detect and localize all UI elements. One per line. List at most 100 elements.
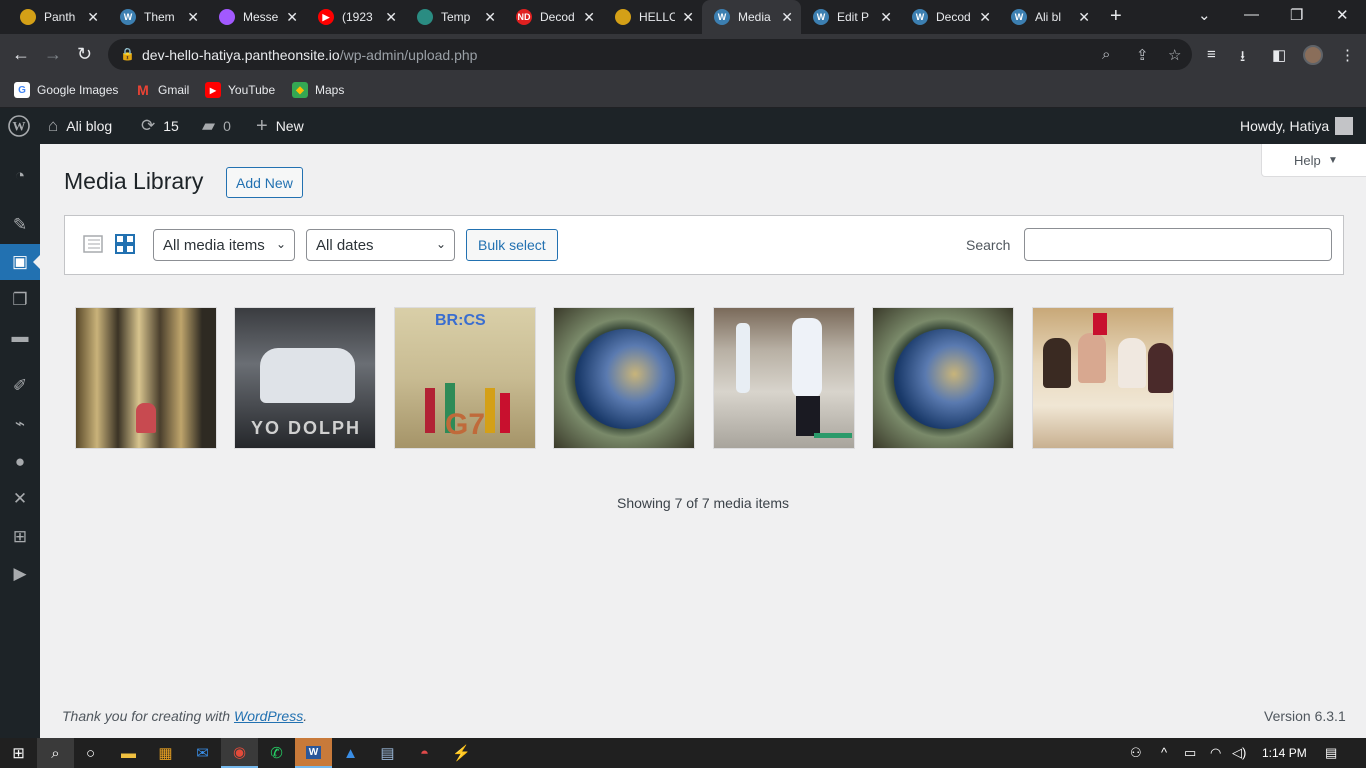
browser-tab[interactable]: Panth ✕ [8,0,107,34]
back-icon[interactable]: ← [12,44,30,65]
search-input[interactable] [1024,228,1332,261]
list-view-icon[interactable] [83,234,103,254]
notepad-icon[interactable]: ▤ [369,738,406,768]
media-item[interactable] [1032,307,1174,449]
bookmark-youtube[interactable]: ▶ YouTube [205,82,275,98]
browser-tab[interactable]: ▶ (1923 ✕ [306,0,405,34]
zoom-icon[interactable]: ⌕ [1102,46,1110,63]
mail-icon[interactable]: ✉ [184,738,221,768]
file-explorer-icon[interactable]: ▬ [110,738,147,768]
photos-icon[interactable]: ▲ [332,738,369,768]
media-type-filter[interactable]: All media items ⌄ [153,229,295,261]
close-tab-icon[interactable]: ✕ [880,9,892,26]
profile-avatar[interactable] [1303,45,1323,65]
browser-tab[interactable]: ND Decod ✕ [504,0,603,34]
tab-search-icon[interactable]: ⌄ [1198,6,1211,24]
comments-icon[interactable]: ▬ [0,319,40,355]
side-panel-icon[interactable]: ◧ [1272,46,1286,64]
close-tab-icon[interactable]: ✕ [781,9,793,26]
new-content-menu[interactable]: + New [256,108,304,144]
download-icon[interactable]: ⭳ [1240,46,1245,71]
paint-icon[interactable]: ◓ [406,738,443,768]
lock-icon[interactable]: 🔒 [120,47,135,61]
bulk-select-button[interactable]: Bulk select [466,229,558,261]
browser-tab[interactable]: HELLO ✕ [603,0,702,34]
updates-menu[interactable]: ⟳ 15 [141,108,179,144]
browser-tab[interactable]: W Ali bl ✕ [999,0,1098,34]
chrome-icon[interactable]: ◉ [221,738,258,768]
media-item[interactable]: YO DOLPH [234,307,376,449]
wordpress-icon: W [813,9,829,25]
browser-tab[interactable]: W Edit P ✕ [801,0,900,34]
minimize-button[interactable]: — [1244,6,1259,23]
wifi-icon[interactable]: ◠ [1210,745,1221,761]
close-tab-icon[interactable]: ✕ [87,9,99,26]
pantheon-icon[interactable]: ⚡ [443,738,480,768]
url-text[interactable]: dev-hello-hatiya.pantheonsite.io/wp-admi… [142,47,477,63]
reload-icon[interactable]: ↻ [77,44,92,65]
help-tab-button[interactable]: Help ▼ [1261,144,1366,177]
reading-list-icon[interactable]: ≡ [1207,46,1216,63]
forward-icon[interactable]: → [44,44,62,65]
bookmark-google-images[interactable]: G Google Images [14,82,118,98]
tab-title: Messe [243,10,279,24]
store-icon[interactable]: ▦ [147,738,184,768]
bookmark-gmail[interactable]: M Gmail [135,82,189,98]
notification-icon[interactable]: ▤ [1325,745,1337,761]
wordpress-link[interactable]: WordPress [234,708,303,724]
clock[interactable]: 1:14 PM [1262,746,1307,760]
new-tab-button[interactable]: + [1110,5,1122,28]
close-tab-icon[interactable]: ✕ [187,9,199,26]
posts-icon[interactable]: ✎ [0,207,40,243]
close-tab-icon[interactable]: ✕ [286,9,298,26]
restore-button[interactable]: ❐ [1290,6,1303,24]
chevron-up-icon[interactable]: ^ [1161,745,1167,760]
plugins-icon[interactable]: ⌁ [0,406,40,442]
close-tab-icon[interactable]: ✕ [484,9,496,26]
battery-icon[interactable]: ▭ [1184,745,1196,761]
comments-menu[interactable]: ▰ 0 [202,108,231,144]
menu-icon[interactable]: ⋮ [1340,46,1355,64]
whatsapp-icon[interactable]: ✆ [258,738,295,768]
media-item[interactable] [872,307,1014,449]
close-tab-icon[interactable]: ✕ [682,9,694,26]
browser-tab[interactable]: W Decod ✕ [900,0,999,34]
search-icon[interactable]: ⌕ [37,738,74,768]
browser-tab[interactable]: Messe ✕ [207,0,306,34]
browser-tab[interactable]: Temp ✕ [405,0,504,34]
tools-icon[interactable]: ✕ [0,481,40,517]
site-name-menu[interactable]: ⌂ Ali blog [48,108,112,144]
dashboard-icon[interactable]: ◔ [0,158,40,194]
browser-tab[interactable]: W Them ✕ [108,0,207,34]
close-tab-icon[interactable]: ✕ [979,9,991,26]
cortana-icon[interactable]: ○ [72,738,109,768]
media-item[interactable]: BR:CS G7 [394,307,536,449]
play-icon[interactable]: ▶ [0,556,40,592]
settings-icon[interactable]: ⊞ [0,519,40,555]
appearance-icon[interactable]: ✐ [0,368,40,404]
close-tab-icon[interactable]: ✕ [1078,9,1090,26]
users-icon[interactable]: ● [0,444,40,480]
close-tab-icon[interactable]: ✕ [385,9,397,26]
browser-tab[interactable]: W Media ✕ [702,0,801,34]
word-icon[interactable]: W [295,738,332,768]
grid-view-icon[interactable] [115,234,135,254]
close-tab-icon[interactable]: ✕ [583,9,595,26]
account-menu[interactable]: Howdy, Hatiya [1240,108,1354,144]
close-window-button[interactable]: ✕ [1336,6,1349,24]
add-new-button[interactable]: Add New [226,167,303,198]
volume-icon[interactable]: ◁) [1232,745,1246,761]
bookmark-star-icon[interactable]: ☆ [1168,46,1181,64]
bookmark-maps[interactable]: ◆ Maps [292,82,344,98]
media-item[interactable] [75,307,217,449]
date-filter[interactable]: All dates ⌄ [306,229,455,261]
media-item[interactable] [553,307,695,449]
windows-start-icon[interactable]: ⊞ [0,738,37,768]
wp-logo-menu[interactable]: W [8,108,30,144]
media-icon[interactable]: ▣ [0,244,40,280]
media-item[interactable] [713,307,855,449]
address-bar[interactable]: 🔒 dev-hello-hatiya.pantheonsite.io/wp-ad… [108,39,1192,70]
people-icon[interactable]: ⚇ [1130,745,1142,761]
pages-icon[interactable]: ❐ [0,282,40,318]
share-icon[interactable]: ⇪ [1136,46,1149,64]
